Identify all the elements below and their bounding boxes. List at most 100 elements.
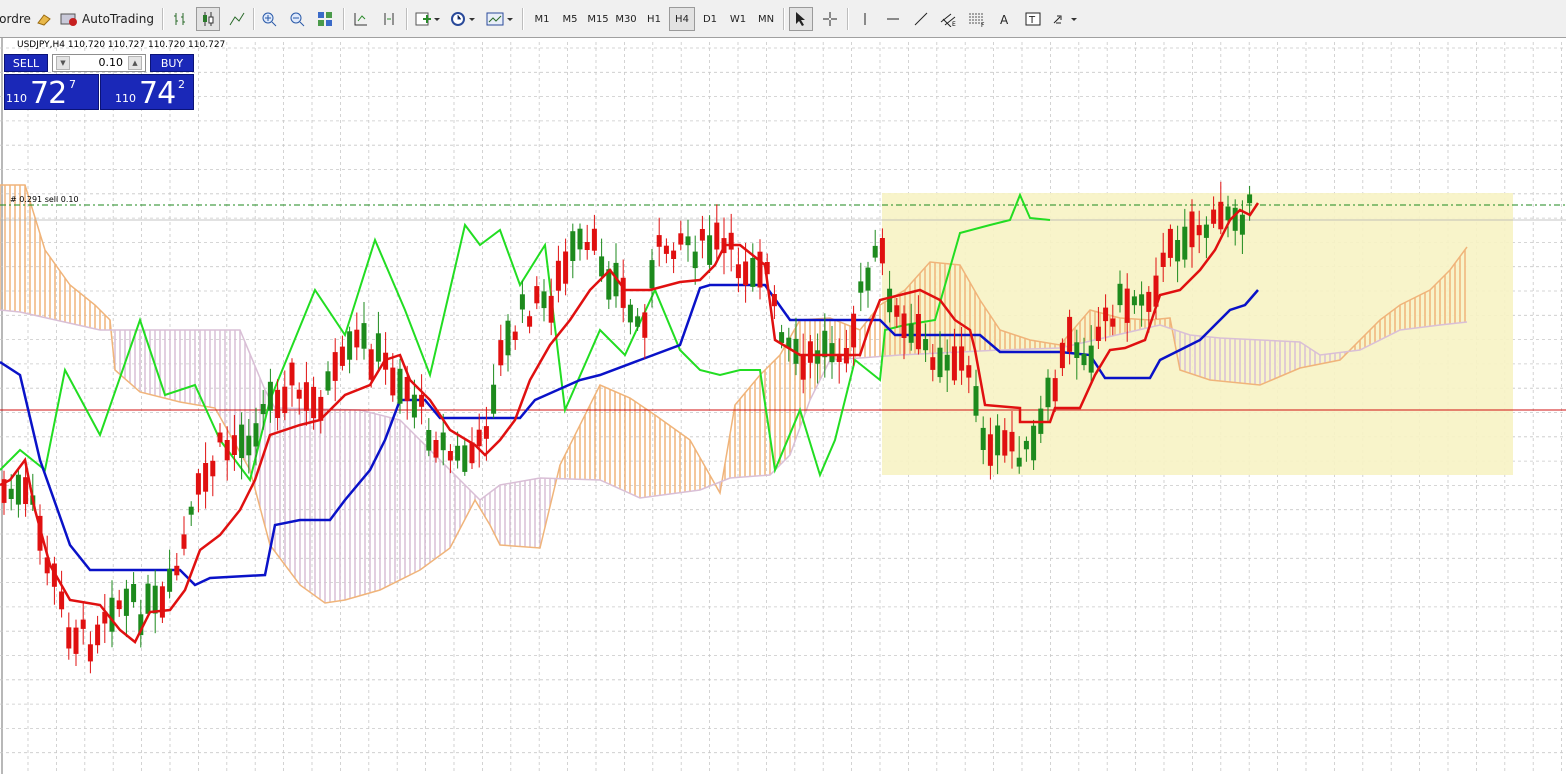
- new-order-button[interactable]: ordre: [0, 7, 31, 31]
- candle-body: [649, 260, 655, 289]
- candle-body: [80, 619, 86, 629]
- chart-area[interactable]: [0, 38, 1566, 774]
- timeframe-m30[interactable]: M30: [613, 7, 639, 31]
- timeframe-d1[interactable]: D1: [697, 7, 723, 31]
- candle-body: [779, 332, 785, 343]
- templates-icon[interactable]: [483, 7, 517, 31]
- zoom-in-icon[interactable]: [258, 7, 280, 31]
- candle-body: [944, 354, 950, 371]
- sell-button[interactable]: SELL: [4, 54, 48, 72]
- fibonacci-icon[interactable]: F: [965, 7, 989, 31]
- autotrading-icon: [60, 13, 78, 26]
- candle-body: [1160, 252, 1166, 267]
- trendline-icon[interactable]: [909, 7, 933, 31]
- candle-body: [1088, 345, 1094, 373]
- horizontal-line-icon[interactable]: [881, 7, 905, 31]
- candle-body: [1110, 318, 1116, 327]
- sell-price-pips: 72: [30, 76, 67, 111]
- candle-body: [203, 463, 209, 492]
- candle-body: [1074, 342, 1080, 358]
- candle-body: [253, 423, 259, 447]
- candle-body: [584, 242, 590, 250]
- buy-price-button[interactable]: 110 74 2: [100, 74, 194, 111]
- autotrading-button[interactable]: AutoTrading: [60, 7, 154, 31]
- candle-body: [1117, 283, 1123, 306]
- candle-body: [1239, 214, 1245, 235]
- candle-body: [570, 231, 576, 261]
- candle-body: [987, 434, 993, 466]
- text-label-icon[interactable]: T: [1021, 7, 1045, 31]
- timeframe-m15[interactable]: M15: [585, 7, 611, 31]
- candle-body: [750, 258, 756, 287]
- zoom-out-icon[interactable]: [286, 7, 308, 31]
- bar-chart-icon[interactable]: [169, 7, 191, 31]
- svg-text:T: T: [1028, 15, 1036, 26]
- svg-text:A: A: [1000, 13, 1009, 27]
- candle-body: [361, 323, 367, 349]
- cursor-icon[interactable]: [789, 7, 813, 31]
- text-icon[interactable]: A: [993, 7, 1017, 31]
- svg-text:E: E: [952, 21, 956, 27]
- price-chart[interactable]: [0, 38, 1566, 774]
- lot-decrease-icon[interactable]: ▼: [56, 56, 70, 70]
- timeframe-h4[interactable]: H4: [669, 7, 695, 31]
- equidistant-channel-icon[interactable]: E: [937, 7, 961, 31]
- candlestick-icon[interactable]: [196, 7, 220, 31]
- timeframe-m1[interactable]: M1: [529, 7, 555, 31]
- candle-body: [462, 445, 468, 472]
- lot-size-input[interactable]: ▼ 0.10 ▲: [52, 54, 146, 72]
- candle-body: [440, 432, 446, 451]
- candle-body: [426, 430, 432, 451]
- candle-body: [577, 228, 583, 250]
- chart-shift-icon[interactable]: [349, 7, 371, 31]
- autoscroll-icon[interactable]: [377, 7, 401, 31]
- tile-windows-icon[interactable]: [314, 7, 336, 31]
- candle-body: [951, 346, 957, 381]
- candle-body: [872, 245, 878, 258]
- candle-body: [296, 389, 302, 399]
- candle-body: [260, 404, 266, 415]
- line-chart-icon[interactable]: [226, 7, 248, 31]
- candle-body: [1218, 201, 1224, 230]
- candle-body: [375, 333, 381, 362]
- candle-body: [505, 320, 511, 356]
- candle-body: [15, 474, 21, 505]
- timeframe-m5[interactable]: M5: [557, 7, 583, 31]
- candle-body: [1167, 228, 1173, 258]
- candle-body: [937, 347, 943, 378]
- candle-body: [174, 565, 180, 576]
- candle-body: [1016, 457, 1022, 467]
- candle-body: [829, 343, 835, 363]
- metaeditor-icon[interactable]: [34, 7, 54, 31]
- candle-body: [1211, 209, 1217, 224]
- candle-body: [678, 233, 684, 245]
- periods-icon[interactable]: [447, 7, 477, 31]
- candle-body: [267, 381, 273, 411]
- candle-body: [1203, 224, 1209, 238]
- candle-body: [447, 451, 453, 461]
- vertical-line-icon[interactable]: [853, 7, 877, 31]
- timeframe-mn[interactable]: MN: [753, 7, 779, 31]
- candle-body: [743, 261, 749, 286]
- candle-body: [87, 644, 93, 662]
- new-order-label: ordre: [0, 12, 31, 26]
- candle-body: [325, 371, 331, 391]
- candle-body: [354, 329, 360, 348]
- candle-body: [224, 440, 230, 461]
- candle-body: [1031, 425, 1037, 461]
- candle-body: [116, 600, 122, 610]
- sell-price-fraction: 7: [69, 78, 76, 91]
- candle-body: [519, 294, 525, 310]
- candle-body: [901, 313, 907, 338]
- lot-increase-icon[interactable]: ▲: [128, 56, 142, 70]
- candle-body: [930, 357, 936, 370]
- candle-body: [188, 506, 194, 515]
- arrows-menu-icon[interactable]: [1049, 7, 1081, 31]
- crosshair-icon[interactable]: [818, 7, 842, 31]
- indicators-icon[interactable]: [412, 7, 442, 31]
- candle-body: [275, 389, 281, 418]
- timeframe-h1[interactable]: H1: [641, 7, 667, 31]
- buy-button[interactable]: BUY: [150, 54, 194, 72]
- sell-price-button[interactable]: 110 72 7: [4, 74, 99, 111]
- timeframe-w1[interactable]: W1: [725, 7, 751, 31]
